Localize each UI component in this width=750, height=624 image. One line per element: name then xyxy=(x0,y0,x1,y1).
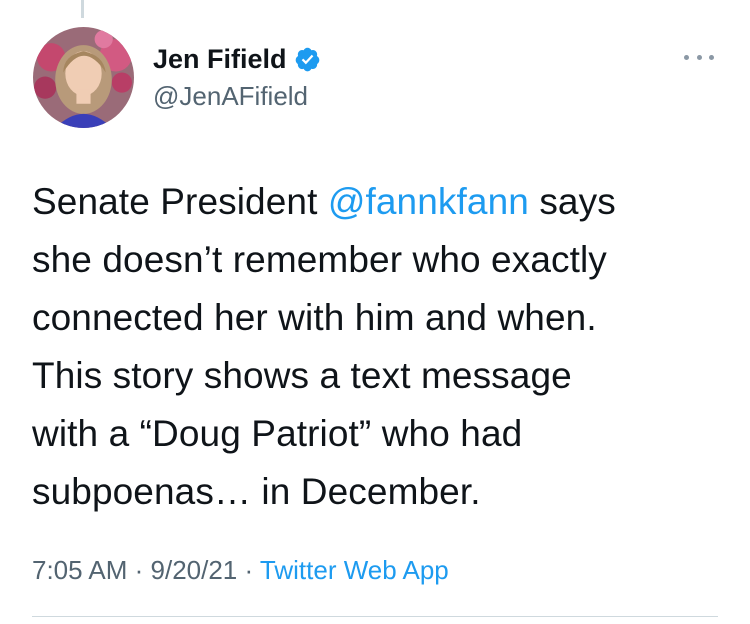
tweet-date[interactable]: 9/20/21 xyxy=(151,555,238,585)
author-name-row: Jen Fifield xyxy=(153,46,321,73)
more-dot xyxy=(696,54,702,60)
tweet-line: subpoenas… in December. xyxy=(32,471,481,512)
tweet-text-segment: says xyxy=(528,181,616,222)
thread-connector-line xyxy=(81,0,84,18)
tweet-line: This story shows a text message xyxy=(32,355,572,396)
tweet-time[interactable]: 7:05 AM xyxy=(32,555,127,585)
author-handle[interactable]: @JenAFifield xyxy=(153,83,308,109)
tweet-source-link[interactable]: Twitter Web App xyxy=(260,555,449,585)
tweet-line: connected her with him and when. xyxy=(32,297,597,338)
meta-separator: · xyxy=(237,555,260,585)
tweet-line: Senate President @fannkfann says xyxy=(32,173,712,231)
more-dot xyxy=(709,54,714,60)
tweet-text: Senate President @fannkfann says she doe… xyxy=(32,173,712,521)
more-horizontal-icon[interactable] xyxy=(684,50,714,64)
more-dot xyxy=(684,54,689,60)
avatar[interactable] xyxy=(33,27,134,128)
tweet-metadata: 7:05 AM · 9/20/21 · Twitter Web App xyxy=(32,557,449,583)
avatar-image xyxy=(33,27,134,128)
tweet-line: she doesn’t remember who exactly xyxy=(32,239,607,280)
tweet-line: with a “Doug Patriot” who had xyxy=(32,413,523,454)
divider xyxy=(32,616,718,617)
tweet-text-segment: Senate President xyxy=(32,181,328,222)
verified-badge-icon xyxy=(294,46,321,73)
author-display-name[interactable]: Jen Fifield xyxy=(153,46,287,73)
meta-separator: · xyxy=(127,555,151,585)
mention-link[interactable]: @fannkfann xyxy=(328,181,529,222)
